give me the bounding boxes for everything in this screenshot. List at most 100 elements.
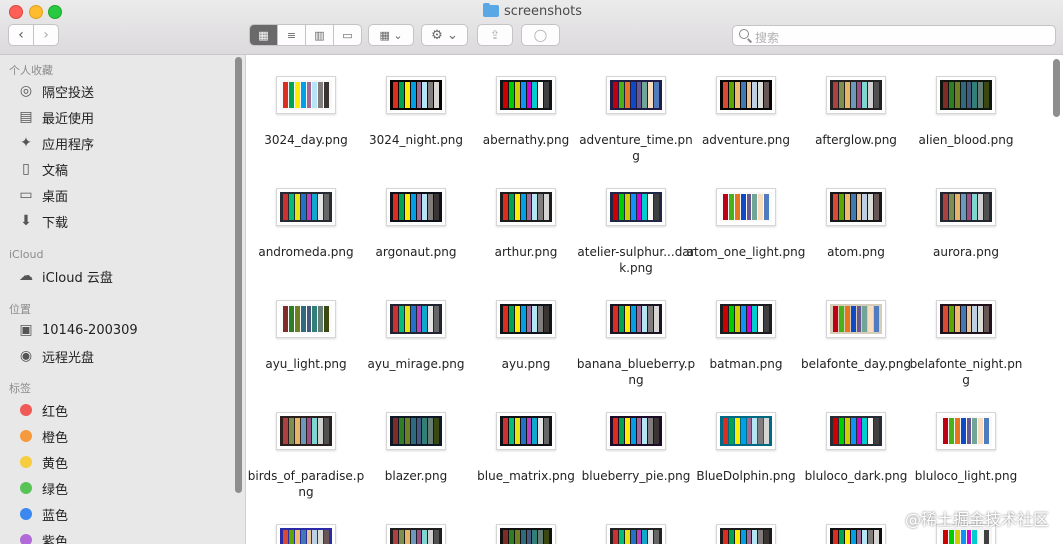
file-item[interactable]: 3024_day.png bbox=[246, 76, 366, 148]
forward-button[interactable]: › bbox=[34, 25, 58, 45]
sidebar-item-label: 紫色 bbox=[42, 534, 69, 544]
file-name: belafonte_night.png bbox=[909, 357, 1023, 387]
file-name: afterglow.png bbox=[815, 133, 897, 147]
file-name: adventure.png bbox=[701, 133, 791, 147]
sidebar-item-tag[interactable]: 红色 bbox=[17, 399, 68, 421]
file-item[interactable] bbox=[796, 524, 916, 544]
recents-icon: ▤ bbox=[19, 109, 33, 125]
sidebar-item-tag[interactable]: 橙色 bbox=[17, 425, 68, 447]
file-item[interactable]: bluloco_dark.png bbox=[796, 412, 916, 484]
file-name: arthur.png bbox=[494, 245, 558, 259]
file-item[interactable]: blazer.png bbox=[356, 412, 476, 484]
sidebar-item-location[interactable]: ◉ 远程光盘 bbox=[17, 345, 94, 367]
sidebar-item-favorite[interactable]: ✦ 应用程序 bbox=[17, 132, 94, 154]
zoom-window-button[interactable] bbox=[48, 5, 62, 19]
documents-icon: ▯ bbox=[22, 161, 30, 177]
file-item[interactable]: banana_blueberry.png bbox=[576, 300, 696, 388]
file-name: abernathy.png bbox=[482, 133, 570, 147]
sidebar-item-tag[interactable]: 绿色 bbox=[17, 477, 68, 499]
file-item[interactable]: ayu.png bbox=[466, 300, 586, 372]
file-item[interactable]: belafonte_day.png bbox=[796, 300, 916, 372]
file-thumbnail bbox=[826, 76, 886, 114]
sidebar-item-favorite[interactable]: ▯ 文稿 bbox=[17, 158, 68, 180]
file-thumbnail bbox=[606, 76, 666, 114]
sidebar: 个人收藏 iCloud 位置 标签 ◎ 隔空投送 ▤ 最近使用 ✦ 应用程序 ▯ 文稿 ▭ 桌面 ⬇… bbox=[0, 55, 246, 544]
share-button[interactable]: ⇪ bbox=[477, 24, 513, 46]
icloud-header: iCloud bbox=[9, 248, 44, 261]
sidebar-item-tag[interactable]: 紫色 bbox=[17, 529, 68, 544]
file-item[interactable]: 3024_night.png bbox=[356, 76, 476, 148]
view-mode-buttons: ▦ ≡ ▥ ▭ bbox=[249, 24, 362, 46]
gallery-view-button[interactable]: ▭ bbox=[334, 25, 361, 45]
file-item[interactable]: ayu_light.png bbox=[246, 300, 366, 372]
navigation-buttons: ‹ › bbox=[8, 24, 59, 46]
sidebar-item-tag[interactable]: 蓝色 bbox=[17, 503, 68, 525]
sidebar-item-label: iCloud 云盘 bbox=[42, 270, 113, 286]
file-item[interactable]: bluloco_light.png bbox=[906, 412, 1026, 484]
back-button[interactable]: ‹ bbox=[9, 25, 34, 45]
file-item[interactable]: abernathy.png bbox=[466, 76, 586, 148]
file-thumbnail bbox=[496, 188, 556, 226]
file-item[interactable] bbox=[356, 524, 476, 544]
column-view-button[interactable]: ▥ bbox=[306, 25, 334, 45]
action-gear-button[interactable]: ⚙ ⌄ bbox=[421, 24, 468, 46]
file-item[interactable]: batman.png bbox=[686, 300, 806, 372]
file-item[interactable] bbox=[686, 524, 806, 544]
downloads-icon: ⬇ bbox=[20, 213, 32, 229]
file-item[interactable] bbox=[466, 524, 586, 544]
sidebar-item-favorite[interactable]: ▤ 最近使用 bbox=[17, 106, 94, 128]
tag-color-dot-icon bbox=[20, 430, 32, 442]
file-item[interactable]: adventure_time.png bbox=[576, 76, 696, 164]
file-item[interactable]: atom_one_light.png bbox=[686, 188, 806, 260]
file-thumbnail bbox=[496, 412, 556, 450]
file-item[interactable]: blueberry_pie.png bbox=[576, 412, 696, 484]
file-item[interactable]: atom.png bbox=[796, 188, 916, 260]
file-item[interactable]: aurora.png bbox=[906, 188, 1026, 260]
cloud-icon: ☁ bbox=[19, 268, 33, 284]
sidebar-item-label: 下载 bbox=[42, 215, 69, 231]
sidebar-scrollbar[interactable] bbox=[235, 57, 242, 493]
group-by-button[interactable]: ▦ ⌄ bbox=[368, 24, 414, 46]
file-item[interactable]: alien_blood.png bbox=[906, 76, 1026, 148]
file-thumbnail bbox=[936, 412, 996, 450]
file-item[interactable]: ayu_mirage.png bbox=[356, 300, 476, 372]
file-item[interactable]: andromeda.png bbox=[246, 188, 366, 260]
file-name: blue_matrix.png bbox=[477, 469, 575, 483]
file-item[interactable]: blue_matrix.png bbox=[466, 412, 586, 484]
sidebar-item-location[interactable]: ▣ 10146-200309 bbox=[17, 319, 137, 341]
file-thumbnail bbox=[826, 188, 886, 226]
close-window-button[interactable] bbox=[9, 5, 23, 19]
sidebar-item-icloud[interactable]: ☁ iCloud 云盘 bbox=[17, 265, 113, 287]
sidebar-item-favorite[interactable]: ◎ 隔空投送 bbox=[17, 80, 94, 102]
file-item[interactable]: belafonte_night.png bbox=[906, 300, 1026, 388]
file-item[interactable]: arthur.png bbox=[466, 188, 586, 260]
file-thumbnail bbox=[496, 524, 556, 544]
tag-color-dot-icon bbox=[20, 404, 32, 416]
locations-header: 位置 bbox=[9, 303, 31, 316]
file-item[interactable]: atelier-sulphur...dark.png bbox=[576, 188, 696, 276]
file-name: ayu.png bbox=[501, 357, 551, 371]
file-item[interactable]: birds_of_paradise.png bbox=[246, 412, 366, 500]
file-item[interactable]: BlueDolphin.png bbox=[686, 412, 806, 484]
content-scrollbar[interactable] bbox=[1053, 59, 1060, 117]
file-name: birds_of_paradise.png bbox=[247, 469, 365, 499]
search-input[interactable]: 搜索 bbox=[732, 25, 1056, 46]
file-item[interactable] bbox=[576, 524, 696, 544]
minimize-window-button[interactable] bbox=[29, 5, 43, 19]
edit-tags-button[interactable]: ◯ bbox=[521, 24, 560, 46]
list-view-button[interactable]: ≡ bbox=[278, 25, 306, 45]
sidebar-item-favorite[interactable]: ⬇ 下载 bbox=[17, 210, 68, 232]
tag-color-dot-icon bbox=[20, 482, 32, 494]
file-thumbnail bbox=[826, 412, 886, 450]
tag-color-dot-icon bbox=[20, 534, 32, 544]
sidebar-item-tag[interactable]: 黄色 bbox=[17, 451, 68, 473]
icon-view-button[interactable]: ▦ bbox=[250, 25, 278, 45]
window-title-label: screenshots bbox=[504, 3, 583, 19]
file-name: 3024_day.png bbox=[264, 133, 348, 147]
file-item[interactable]: afterglow.png bbox=[796, 76, 916, 148]
file-item[interactable]: argonaut.png bbox=[356, 188, 476, 260]
file-item[interactable]: adventure.png bbox=[686, 76, 806, 148]
sidebar-item-favorite[interactable]: ▭ 桌面 bbox=[17, 184, 68, 206]
sidebar-item-label: 应用程序 bbox=[42, 137, 95, 153]
file-item[interactable] bbox=[246, 524, 366, 544]
